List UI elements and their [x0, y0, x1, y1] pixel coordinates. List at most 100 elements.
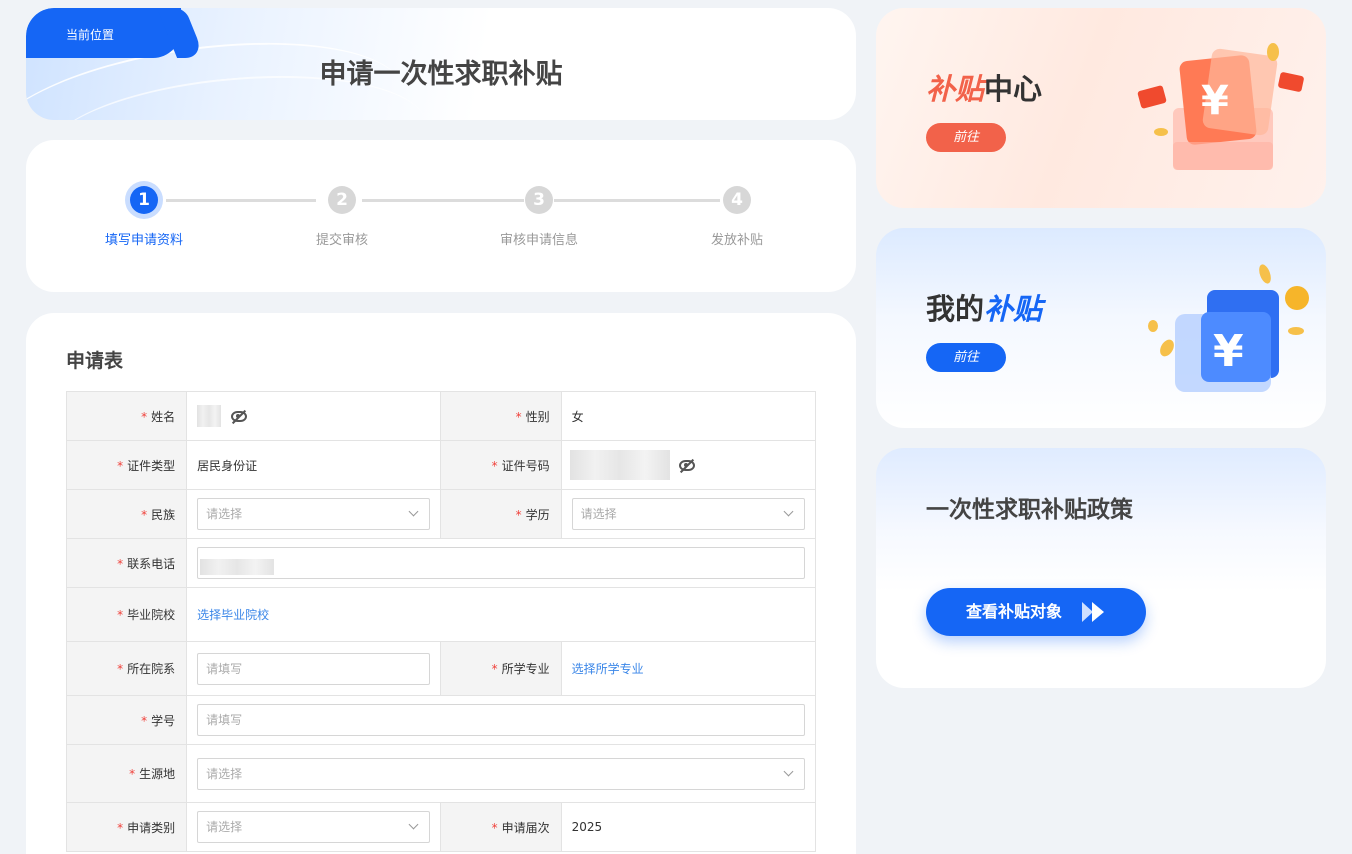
select-major-link[interactable]: 选择所学专业 — [572, 662, 644, 676]
application-form-card: 申请表 * 姓名 * 性别 女 * 证件类型 居民身份证 * 证件号码 * 民族 请选择 — [26, 313, 856, 854]
id-type-value: 居民身份证 — [186, 440, 442, 490]
ticket-illustration: ¥ — [1148, 264, 1309, 392]
apply-type-cell: 请选择 — [186, 802, 442, 852]
select-placeholder: 请选择 — [206, 766, 243, 781]
education-label: * 学历 — [440, 489, 562, 539]
label-text: 民族 — [151, 507, 176, 522]
ethnicity-label: * 民族 — [65, 489, 188, 539]
label-text: 证件号码 — [501, 458, 550, 473]
name-value — [186, 391, 442, 441]
eye-off-icon[interactable] — [230, 410, 247, 422]
major-cell: 选择所学专业 — [560, 641, 817, 696]
step-number: 3 — [525, 186, 553, 214]
step-1: 1 填写申请资料 — [84, 186, 204, 248]
required-mark: * — [515, 507, 522, 522]
major-label: * 所学专业 — [440, 641, 562, 696]
gender-label: * 性别 — [440, 391, 562, 441]
select-school-link[interactable]: 选择毕业院校 — [197, 608, 269, 622]
student-id-label: * 学号 — [65, 695, 188, 745]
label-text: 申请届次 — [501, 820, 550, 835]
page-header: 当前位置 申请一次性求职补贴 — [26, 8, 856, 120]
page-title: 申请一次性求职补贴 — [319, 59, 563, 90]
required-mark: * — [141, 713, 148, 728]
masked-name — [197, 405, 222, 427]
student-id-input[interactable]: 请填写 — [197, 704, 805, 736]
session-label: * 申请届次 — [440, 802, 562, 852]
label-text: 申请类别 — [127, 820, 176, 835]
required-mark: * — [515, 409, 522, 424]
step-label: 发放补贴 — [710, 233, 763, 248]
chevron-down-icon — [409, 819, 419, 830]
chevron-down-icon — [409, 506, 419, 517]
input-placeholder: 请填写 — [206, 661, 243, 676]
required-mark: * — [141, 507, 148, 522]
form-row: * 姓名 * 性别 女 — [65, 391, 817, 441]
steps-card: 1 填写申请资料 2 提交审核 3 审核申请信息 4 发放补贴 — [26, 140, 856, 292]
education-cell: 请选择 — [560, 489, 817, 539]
form-row: * 毕业院校 选择毕业院校 — [65, 587, 816, 642]
step-label: 提交审核 — [315, 233, 368, 248]
form-row: * 民族 请选择 * 学历 请选择 — [65, 489, 817, 539]
origin-select[interactable]: 请选择 — [197, 757, 805, 790]
step-number: 2 — [328, 186, 356, 214]
step-connector — [166, 199, 316, 202]
step-2: 2 提交审核 — [282, 186, 402, 248]
location-label: 当前位置 — [66, 28, 115, 42]
label-text: 证件类型 — [127, 458, 176, 473]
fast-forward-icon — [1082, 602, 1104, 622]
origin-cell: 请选择 — [186, 744, 816, 803]
my-subsidy-card[interactable]: 我的补贴 前往 ¥ — [876, 228, 1326, 428]
svg-text:¥: ¥ — [1201, 78, 1229, 124]
gender-value: 女 — [560, 391, 817, 441]
label-text: 生源地 — [139, 767, 176, 781]
id-number-label: * 证件号码 — [440, 440, 562, 490]
step-number: 1 — [130, 186, 158, 214]
required-mark: * — [491, 458, 498, 473]
form-row: * 学号 请填写 — [65, 695, 816, 745]
title-text: 中心 — [984, 72, 1043, 106]
label-text: 学号 — [151, 713, 176, 728]
session-value: 2025 — [560, 802, 817, 852]
select-placeholder: 请选择 — [206, 507, 243, 521]
apply-type-select[interactable]: 请选择 — [197, 811, 431, 843]
label-text: 学历 — [525, 507, 550, 522]
education-select[interactable]: 请选择 — [571, 498, 805, 530]
required-mark: * — [117, 608, 124, 622]
subsidy-center-go-button[interactable]: 前往 — [926, 123, 1006, 152]
required-mark: * — [141, 409, 148, 424]
chevron-down-icon — [783, 506, 794, 517]
eye-off-icon[interactable] — [679, 459, 696, 471]
phone-input[interactable] — [197, 547, 805, 579]
phone-cell — [186, 538, 816, 588]
label-text: 毕业院校 — [127, 608, 176, 622]
step-4: 4 发放补贴 — [677, 186, 797, 248]
ethnicity-select[interactable]: 请选择 — [197, 498, 431, 530]
my-subsidy-go-button[interactable]: 前往 — [926, 343, 1006, 372]
form-title: 申请表 — [66, 350, 124, 372]
required-mark: * — [117, 820, 124, 835]
step-3: 3 审核申请信息 — [479, 186, 599, 248]
label-text: 性别 — [525, 409, 550, 424]
id-type-label: * 证件类型 — [65, 440, 188, 490]
red-envelope-illustration: ¥ — [1137, 43, 1304, 170]
id-number-value — [560, 440, 817, 490]
required-mark: * — [117, 556, 124, 571]
required-mark: * — [491, 820, 498, 835]
title-text: 我的 — [926, 292, 985, 326]
form-row: * 申请类别 请选择 * 申请届次 2025 — [65, 802, 817, 852]
form-row: * 生源地 请选择 — [65, 744, 816, 803]
student-id-cell: 请填写 — [186, 695, 816, 745]
label-text: 所在院系 — [127, 662, 176, 676]
step-connector — [362, 199, 524, 202]
view-subsidy-target-button[interactable]: 查看补贴对象 — [926, 588, 1146, 636]
form-row: * 联系电话 — [65, 538, 816, 588]
select-placeholder: 请选择 — [580, 507, 617, 521]
required-mark: * — [117, 458, 124, 473]
progress-steps: 1 填写申请资料 2 提交审核 3 审核申请信息 4 发放补贴 — [26, 140, 856, 292]
application-form: * 姓名 * 性别 女 * 证件类型 居民身份证 * 证件号码 * 民族 请选择 * 学历 — [65, 391, 817, 852]
svg-text:¥: ¥ — [1213, 326, 1244, 377]
form-row: * 所在院系 请填写 * 所学专业 选择所学专业 — [65, 641, 817, 696]
step-number: 4 — [723, 186, 751, 214]
subsidy-center-card[interactable]: 补贴中心 前往 ¥ — [876, 8, 1326, 208]
department-input[interactable]: 请填写 — [197, 652, 431, 685]
